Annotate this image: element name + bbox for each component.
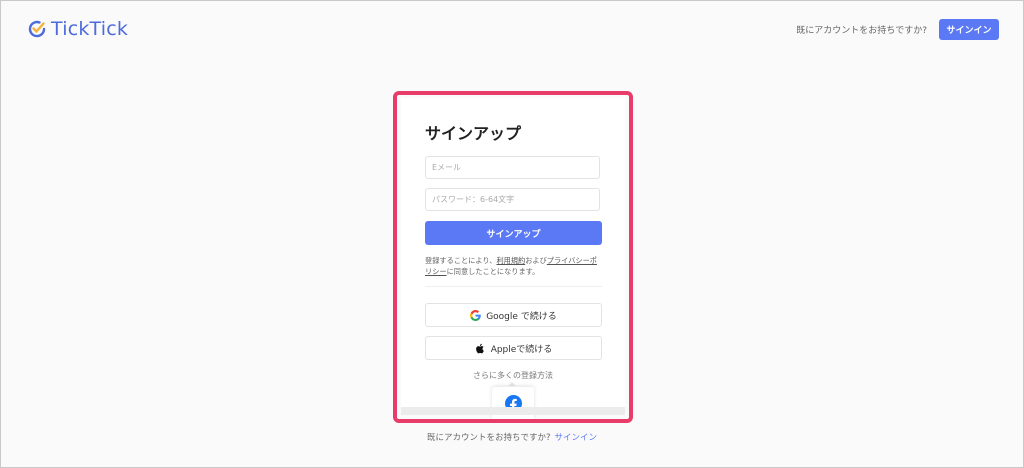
- footer-account-line: 既にアカウントをお持ちですか? サインイン: [1, 431, 1023, 443]
- have-account-text: 既にアカウントをお持ちですか?: [796, 26, 927, 36]
- highlight-annotation-box: [393, 91, 633, 423]
- ticktick-logo[interactable]: TickTick: [27, 17, 128, 41]
- header-signin-button[interactable]: サインイン: [939, 19, 999, 40]
- footer-signin-link[interactable]: サインイン: [555, 433, 598, 443]
- ticktick-logo-icon: [28, 20, 46, 38]
- header-account-area: 既にアカウントをお持ちですか? サインイン: [796, 19, 999, 40]
- footer-have-account-text: 既にアカウントをお持ちですか?: [426, 433, 551, 443]
- page-frame: TickTick 既にアカウントをお持ちですか? サインイン サインアップ サイ…: [0, 0, 1024, 468]
- logo-text: TickTick: [51, 18, 129, 40]
